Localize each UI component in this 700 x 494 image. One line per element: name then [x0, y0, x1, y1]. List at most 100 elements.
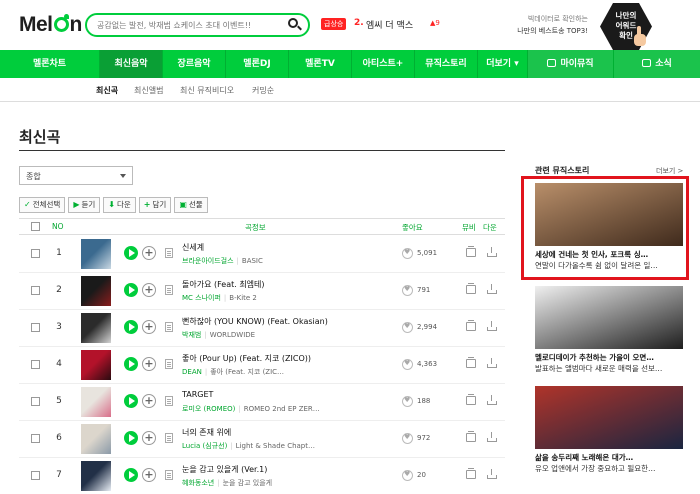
song-title[interactable]: 너의 존재 위에: [182, 427, 231, 438]
play-icon[interactable]: [124, 320, 138, 334]
story-headline[interactable]: 삶을 송두리째 노래해온 대가…: [535, 452, 683, 463]
subnav-latest-songs[interactable]: 최신곡: [96, 85, 118, 96]
music-video-icon[interactable]: [466, 394, 476, 405]
play-icon[interactable]: [124, 468, 138, 482]
search-icon[interactable]: [286, 17, 302, 33]
play-icon[interactable]: [124, 394, 138, 408]
album-link[interactable]: BASIC: [242, 257, 263, 265]
album-art[interactable]: [81, 461, 111, 491]
select-all-button[interactable]: ✓ 전체선택: [19, 197, 66, 213]
download-icon[interactable]: [487, 469, 497, 479]
song-title[interactable]: 뻔하잖아 (YOU KNOW) (Feat. Okasian): [182, 316, 328, 327]
nav-latest-music[interactable]: 최신음악: [100, 50, 163, 78]
nav-my-music[interactable]: 마이뮤직: [528, 50, 614, 78]
add-to-playlist-icon[interactable]: +: [142, 394, 156, 408]
song-title[interactable]: 신세계: [182, 242, 204, 253]
album-link[interactable]: ROMEO 2nd EP ZER…: [244, 405, 320, 413]
select-all-checkbox[interactable]: [31, 222, 40, 231]
artist-link[interactable]: 브라운아이드걸스: [182, 257, 234, 265]
album-link[interactable]: 눈을 감고 있을게: [223, 479, 273, 487]
nav-more[interactable]: 더보기 ▾: [478, 50, 528, 78]
album-art[interactable]: [81, 239, 111, 269]
album-art[interactable]: [81, 313, 111, 343]
download-icon[interactable]: [487, 284, 497, 294]
nav-melon-chart[interactable]: 멜론차트: [0, 50, 100, 78]
play-icon[interactable]: [124, 357, 138, 371]
album-link[interactable]: B-Kite 2: [229, 294, 257, 302]
heart-icon[interactable]: [402, 396, 413, 407]
genre-select[interactable]: 종합: [19, 166, 133, 185]
download-icon[interactable]: [487, 321, 497, 331]
music-story-card[interactable]: 멜로디데이가 추천하는 가을이 오면… 발표하는 앨범마다 새로운 매력을 선보…: [535, 286, 683, 374]
trending-keyword[interactable]: 엠씨 더 맥스: [366, 18, 413, 31]
album-link[interactable]: WORLDWIDE: [210, 331, 255, 339]
gift-button[interactable]: ▣ 선물: [174, 197, 208, 213]
heart-icon[interactable]: [402, 359, 413, 370]
story-image[interactable]: [535, 386, 683, 449]
artist-link[interactable]: DEAN: [182, 368, 202, 376]
add-to-playlist-icon[interactable]: +: [142, 283, 156, 297]
add-to-playlist-icon[interactable]: +: [142, 357, 156, 371]
artist-link[interactable]: Lucia (심규선): [182, 442, 227, 450]
heart-icon[interactable]: [402, 248, 413, 259]
play-icon[interactable]: [124, 431, 138, 445]
song-info-icon[interactable]: [165, 285, 173, 295]
artist-link[interactable]: MC 스나이퍼: [182, 294, 221, 302]
song-title[interactable]: 좋아 (Pour Up) (Feat. 지코 (ZICO)): [182, 353, 311, 364]
song-title[interactable]: 돌아가요 (Feat. 최엠테): [182, 279, 265, 290]
song-info-icon[interactable]: [165, 248, 173, 258]
song-info-icon[interactable]: [165, 470, 173, 480]
download-icon[interactable]: [487, 432, 497, 442]
artist-link[interactable]: 박재범: [182, 331, 201, 339]
nav-melon-dj[interactable]: 멜론DJ: [226, 50, 289, 78]
music-story-more-link[interactable]: 더보기 >: [656, 166, 683, 176]
music-video-icon[interactable]: [466, 468, 476, 479]
row-checkbox[interactable]: [31, 286, 40, 295]
album-link[interactable]: 좋아 (Feat. 지코 (ZIC…: [210, 368, 284, 376]
play-icon[interactable]: [124, 283, 138, 297]
subnav-latest-albums[interactable]: 최신앨범: [134, 85, 163, 96]
artist-link[interactable]: 혜화동소년: [182, 479, 214, 487]
add-to-playlist-icon[interactable]: +: [142, 246, 156, 260]
add-to-playlist-icon[interactable]: +: [142, 431, 156, 445]
add-to-playlist-icon[interactable]: +: [142, 468, 156, 482]
song-info-icon[interactable]: [165, 396, 173, 406]
heart-icon[interactable]: [402, 433, 413, 444]
story-headline[interactable]: 멜로디데이가 추천하는 가을이 오면…: [535, 352, 683, 363]
song-title[interactable]: TARGET: [182, 390, 213, 399]
search-input[interactable]: [97, 18, 277, 32]
album-art[interactable]: [81, 387, 111, 417]
album-art[interactable]: [81, 276, 111, 306]
song-title[interactable]: 눈을 감고 있을게 (Ver.1): [182, 464, 267, 475]
nav-artist-plus[interactable]: 아티스트+: [352, 50, 415, 78]
listen-button[interactable]: ▶ 듣기: [68, 197, 101, 213]
album-art[interactable]: [81, 350, 111, 380]
song-info-icon[interactable]: [165, 433, 173, 443]
heart-icon[interactable]: [402, 322, 413, 333]
heart-icon[interactable]: [402, 470, 413, 481]
add-to-playlist-icon[interactable]: +: [142, 320, 156, 334]
music-video-icon[interactable]: [466, 431, 476, 442]
promo-text[interactable]: 빅데이터로 확인하는 나만의 베스트송 TOP3!: [508, 13, 588, 37]
row-checkbox[interactable]: [31, 360, 40, 369]
row-checkbox[interactable]: [31, 397, 40, 406]
music-video-icon[interactable]: [466, 246, 476, 257]
nav-melon-tv[interactable]: 멜론TV: [289, 50, 352, 78]
music-video-icon[interactable]: [466, 357, 476, 368]
heart-icon[interactable]: [402, 285, 413, 296]
melon-logo[interactable]: Mel n: [19, 13, 82, 37]
download-button[interactable]: ⬇ 다운: [103, 197, 136, 213]
add-button[interactable]: + 담기: [138, 197, 172, 213]
story-image[interactable]: [535, 286, 683, 349]
nav-social[interactable]: 소식: [614, 50, 700, 78]
row-checkbox[interactable]: [31, 471, 40, 480]
row-checkbox[interactable]: [31, 323, 40, 332]
song-info-icon[interactable]: [165, 359, 173, 369]
play-icon[interactable]: [124, 246, 138, 260]
music-story-card[interactable]: 삶을 송두리째 노래해온 대가… 유오 업앤에서 가장 중요하고 될요한…: [535, 386, 683, 474]
download-icon[interactable]: [487, 395, 497, 405]
row-checkbox[interactable]: [31, 434, 40, 443]
artist-link[interactable]: 로미오 (ROMEO): [182, 405, 235, 413]
nav-music-story[interactable]: 뮤직스토리: [415, 50, 478, 78]
album-art[interactable]: [81, 424, 111, 454]
